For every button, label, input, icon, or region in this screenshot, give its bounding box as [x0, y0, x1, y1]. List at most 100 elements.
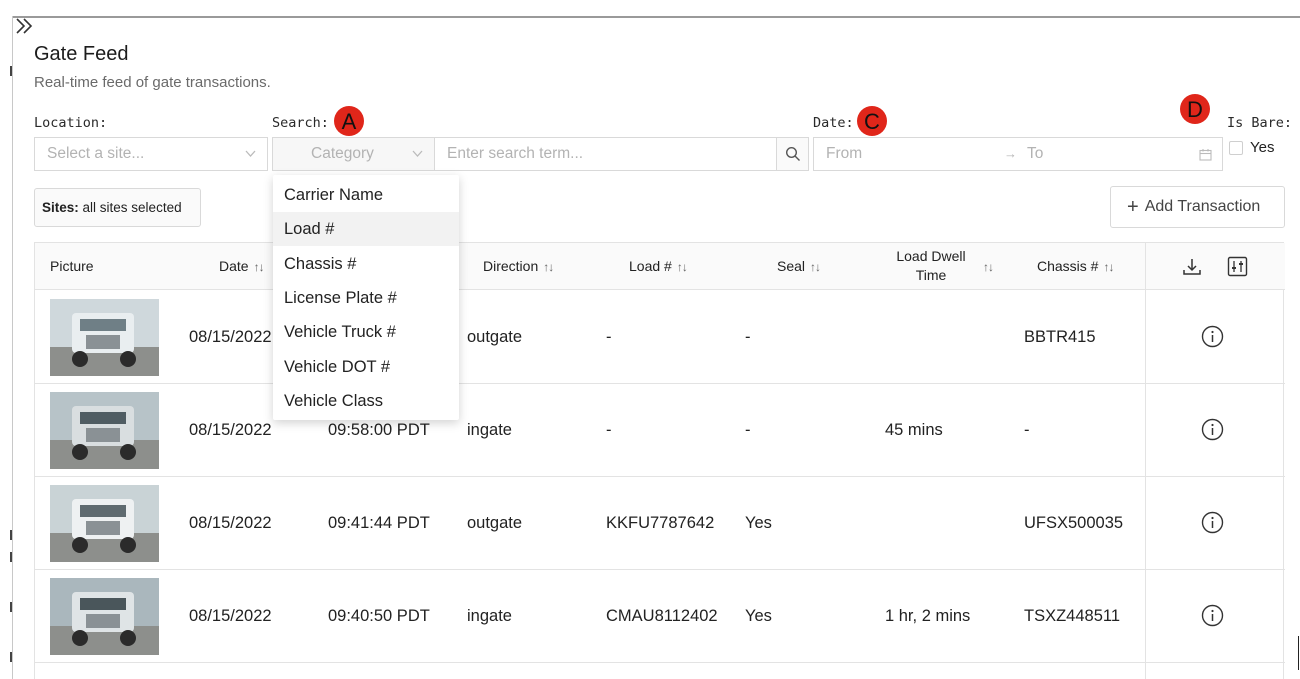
cell-seal: - [745, 328, 751, 346]
column-settings-icon[interactable] [1227, 256, 1248, 277]
chevron-down-icon [412, 150, 423, 157]
truck-thumbnail[interactable] [50, 578, 159, 655]
edge-tick [10, 602, 12, 612]
table-header: Picture Date ↑↓ Direction ↑↓ Load # ↑↓ Seal… [35, 243, 1285, 290]
truck-thumbnail[interactable] [50, 392, 159, 469]
header-load-label: Load # [629, 258, 672, 274]
category-option[interactable]: Load # [273, 212, 459, 247]
cell-chassis: - [1024, 421, 1030, 439]
header-date-label: Date [219, 258, 249, 274]
category-option[interactable]: License Plate # [273, 281, 459, 315]
cursor-caret [1298, 636, 1299, 670]
date-from-placeholder: From [826, 145, 863, 162]
cell-seal: Yes [745, 607, 772, 625]
search-label: Search: [272, 115, 329, 131]
edge-tick [10, 530, 12, 540]
table-row[interactable]: 08/15/2022 outgate - - BBTR415 [35, 291, 1285, 384]
is-bare-checkbox[interactable] [1229, 141, 1243, 155]
info-icon[interactable] [1201, 511, 1224, 534]
header-chassis-label: Chassis # [1037, 258, 1099, 274]
table-row[interactable]: 08/15/2022 09:58:00 PDT ingate - -45 mins - [35, 384, 1285, 477]
header-load[interactable]: Load # ↑↓ [629, 243, 688, 291]
cell-dwell: 45 mins [885, 421, 943, 439]
cell-load: - [606, 328, 612, 346]
is-bare-option-label: Yes [1250, 139, 1275, 156]
header-load-dwell-time[interactable]: Load Dwell Time [889, 247, 973, 285]
sort-icon[interactable]: ↑↓ [254, 244, 265, 291]
header-picture: Picture [50, 258, 94, 274]
sort-icon[interactable]: ↑↓ [677, 244, 688, 291]
search-button[interactable] [776, 137, 809, 171]
category-option[interactable]: Vehicle DOT # [273, 350, 459, 384]
header-chassis[interactable]: Chassis # ↑↓ [1037, 243, 1114, 291]
category-option[interactable]: Carrier Name [273, 178, 459, 212]
location-select[interactable]: Select a site... [34, 137, 268, 171]
info-icon[interactable] [1201, 418, 1224, 441]
cell-direction: ingate [467, 607, 512, 625]
page-subtitle: Real-time feed of gate transactions. [34, 74, 271, 91]
category-option[interactable]: Chassis # [273, 247, 459, 281]
plus-icon: + [1127, 196, 1139, 218]
is-bare-label: Is Bare: [1227, 115, 1293, 131]
header-direction[interactable]: Direction ↑↓ [483, 243, 554, 291]
table-row[interactable]: 08/15/2022 09:41:44 PDT outgate KKFU7787642… [35, 477, 1285, 570]
search-placeholder: Enter search term... [447, 145, 584, 162]
annotation-marker-a: A [334, 106, 364, 136]
cell-date: 08/15/2022 [189, 328, 272, 346]
category-option[interactable]: Vehicle Truck # [273, 315, 459, 349]
search-input[interactable]: Enter search term... [434, 137, 777, 171]
annotation-marker-d: D [1180, 94, 1210, 124]
page-title: Gate Feed [34, 43, 129, 65]
header-dwell-line2: Time [915, 267, 947, 283]
sort-icon[interactable]: ↑↓ [1103, 244, 1114, 291]
header-date[interactable]: Date ↑↓ [219, 243, 265, 291]
truck-thumbnail[interactable] [50, 485, 159, 562]
cell-date: 08/15/2022 [189, 607, 272, 625]
cell-time: 09:41:44 PDT [328, 514, 430, 532]
annotation-marker-c: C [857, 106, 887, 136]
sort-icon[interactable]: ↑↓ [810, 244, 821, 291]
search-icon [785, 146, 800, 161]
cell-load: KKFU7787642 [606, 514, 715, 532]
date-to-placeholder: To [1027, 145, 1044, 162]
cell-dwell: 1 hr, 2 mins [885, 607, 971, 625]
date-label: Date: [813, 115, 854, 131]
category-option[interactable]: Vehicle Class [273, 384, 459, 418]
cell-chassis: TSXZ448511 [1024, 607, 1121, 625]
table-row[interactable]: 08/15/2022 09:40:50 PDT ingate CMAU8112402 Y… [35, 570, 1285, 663]
header-dwell-line1: Load Dwell [896, 248, 966, 264]
cell-seal: - [745, 421, 751, 439]
cell-time: 09:40:50 PDT [328, 607, 430, 625]
cell-date: 08/15/2022 [189, 514, 272, 532]
cell-chassis: BBTR415 [1024, 328, 1096, 346]
category-placeholder: Category [311, 145, 374, 162]
info-icon[interactable] [1201, 325, 1224, 348]
edge-tick [10, 552, 12, 562]
calendar-icon [1199, 149, 1212, 161]
header-seal[interactable]: Seal ↑↓ [777, 243, 821, 291]
sort-icon[interactable]: ↑↓ [543, 244, 554, 291]
edge-tick [10, 652, 12, 662]
info-icon[interactable] [1201, 604, 1224, 627]
sites-filter-tag[interactable]: Sites: all sites selected [34, 188, 201, 227]
sites-tag-value: all sites selected [82, 200, 182, 215]
truck-thumbnail[interactable] [50, 299, 159, 376]
dwell-sort-icon[interactable]: ↑↓ [983, 243, 994, 290]
location-placeholder: Select a site... [47, 145, 145, 162]
transactions-table: Picture Date ↑↓ Direction ↑↓ Load # ↑↓ Seal… [34, 242, 1285, 679]
date-range-picker[interactable]: From → To [813, 137, 1223, 171]
add-transaction-button[interactable]: + Add Transaction [1110, 186, 1285, 228]
panel-left-border [12, 16, 13, 679]
sites-tag-prefix: Sites: [42, 200, 79, 215]
cell-load: CMAU8112402 [606, 607, 718, 625]
header-direction-label: Direction [483, 258, 539, 274]
cell-load: - [606, 421, 612, 439]
cell-date: 08/15/2022 [189, 421, 272, 439]
edge-tick [10, 66, 12, 76]
cell-chassis: UFSX500035 [1024, 514, 1124, 532]
download-icon[interactable] [1182, 257, 1202, 277]
cell-direction: outgate [467, 328, 523, 346]
expand-sidebar-icon[interactable] [14, 17, 36, 35]
header-seal-label: Seal [777, 258, 806, 274]
category-select[interactable]: Category [272, 137, 435, 171]
